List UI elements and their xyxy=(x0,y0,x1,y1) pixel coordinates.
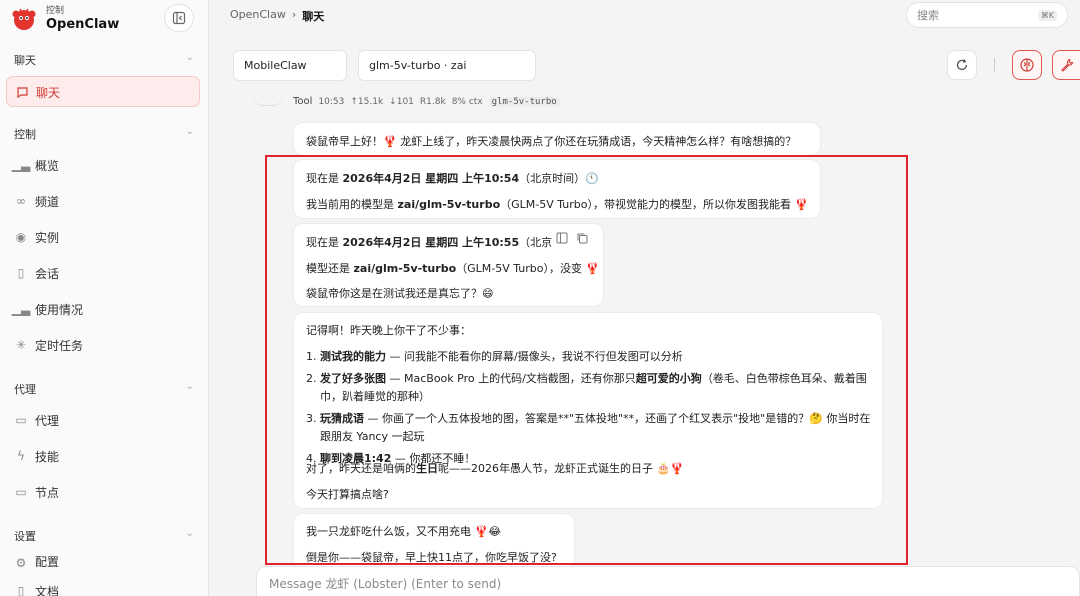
sidebar-item-config[interactable]: ⚙ 配置 xyxy=(14,556,59,570)
message-line: 对了，昨天还是咱俩的生日呢——2026年愚人节，龙虾正式诞生的日子 🎂🦞 xyxy=(306,462,684,475)
message-line: 袋鼠帝你这是在测试我还是真忘了？😄 xyxy=(306,287,494,300)
sidebar-item-agents[interactable]: ▭ 代理 xyxy=(14,409,59,431)
context-usage: 8% ctx xyxy=(451,96,483,107)
brain-icon xyxy=(1020,58,1034,72)
bar-chart-icon: ▁▃ xyxy=(11,302,31,316)
sidebar-item-channels[interactable]: ∞ 频道 xyxy=(14,190,59,212)
toolbar-divider xyxy=(994,58,995,72)
sender-name: Tool xyxy=(293,96,313,107)
sidebar-toggle-icon xyxy=(172,11,186,25)
model-selector[interactable]: glm-5v-turbo · zai xyxy=(358,50,536,81)
brand[interactable]: 控制 OpenClaw xyxy=(10,5,119,33)
book-icon: ▯ xyxy=(17,584,25,596)
radio-signal-icon: ◉ xyxy=(15,230,27,244)
assistant-message: 我一只龙虾吃什么饭，又不用充电 🦞😂 倒是你——袋鼠帝，早上快11点了，你吃早饭… xyxy=(293,513,575,569)
chat-bubble-icon xyxy=(15,85,29,99)
wrench-icon xyxy=(1060,58,1073,72)
chevron-down-icon: ⌄ xyxy=(185,52,194,63)
assistant-message: 现在是 2026年4月2日 星期四 上午10:54（北京时间）🕚 我当前用的模型… xyxy=(293,159,821,219)
message-line: 倒是你——袋鼠帝，早上快11点了，你吃早饭了没? xyxy=(306,551,557,564)
lightning-icon: ϟ xyxy=(17,449,25,463)
refresh-icon xyxy=(956,59,968,71)
search-input[interactable]: 搜索 ⌘K xyxy=(906,2,1068,28)
folder-icon: ▭ xyxy=(15,413,27,427)
sidebar-item-nodes[interactable]: ▭ 节点 xyxy=(14,481,59,503)
bar-chart-icon: ▁▃ xyxy=(11,158,31,172)
model-badge: glm-5v-turbo xyxy=(488,96,560,107)
list-item: 2. 发了好多张图 — MacBook Pro 上的代码/文档截图，还有你那只超可… xyxy=(306,372,867,403)
sidebar-item-sessions[interactable]: ▯ 会话 xyxy=(14,262,59,284)
chevron-down-icon: ⌄ xyxy=(185,381,194,392)
session-selector[interactable]: MobileClaw xyxy=(233,50,347,81)
tokens-up: ↑15.1k xyxy=(350,96,384,107)
sidebar-item-scheduled-tasks[interactable]: ✳ 定时任务 xyxy=(14,334,83,356)
message-line: 我当前用的模型是 zai/glm-5v-turbo（GLM-5V Turbo），… xyxy=(306,198,809,211)
monitor-icon: ▭ xyxy=(15,485,27,499)
assistant-message: 记得啊！昨天晚上你干了不少事： 1. 测试我的能力 — 问我能不能看你的屏幕/摄像… xyxy=(293,312,883,509)
section-control-header[interactable]: 控制 ⌄ xyxy=(14,126,194,142)
assistant-message: 袋鼠帝早上好！🦞 龙虾上线了，昨天凌晨快两点了你还在玩猜成语，今天精神怎么样？有… xyxy=(293,122,821,156)
message-line: 现在是 2026年4月2日 星期四 上午10:55（北京 xyxy=(306,236,552,249)
brand-subtitle: 控制 xyxy=(46,6,65,16)
message-line: 今天打算搞点啥? xyxy=(306,488,389,501)
document-icon: ▯ xyxy=(17,266,25,280)
thinking-toggle-button[interactable] xyxy=(1012,50,1042,80)
section-agent-header[interactable]: 代理 ⌄ xyxy=(14,381,194,397)
sidebar-item-docs[interactable]: ▯ 文档 xyxy=(14,580,59,596)
section-settings-header[interactable]: 设置 ⌄ xyxy=(14,528,194,544)
lobster-logo-icon xyxy=(10,5,38,33)
expand-icon[interactable] xyxy=(556,232,568,244)
sidebar-item-overview[interactable]: ▁▃ 概览 xyxy=(11,154,59,176)
settings-icon: ⚙ xyxy=(15,556,27,570)
assistant-message: 现在是 2026年4月2日 星期四 上午10:55（北京 模型还是 zai/gl… xyxy=(293,223,604,307)
message-text: 袋鼠帝早上好！🦞 龙虾上线了，昨天凌晨快两点了你还在玩猜成语，今天精神怎么样？有… xyxy=(306,135,797,148)
tokens-read: R1.8k xyxy=(419,96,446,107)
tools-button[interactable] xyxy=(1052,50,1080,80)
link-icon: ∞ xyxy=(16,194,26,208)
breadcrumb: OpenClaw › 聊天 xyxy=(230,8,324,24)
sidebar-item-usage[interactable]: ▁▃ 使用情况 xyxy=(11,298,83,320)
list-item: 3. 玩猜成语 — 你画了一个人五体投地的图，答案是**"五体投地"**，还画了个… xyxy=(306,412,871,443)
sidebar: 控制 OpenClaw 聊天 ⌄ 聊天 控制 ⌄ ▁▃ 概览 ∞ 频道 ◉ 实例 ▯ 会话 … xyxy=(0,0,209,596)
sidebar-item-label: 聊天 xyxy=(36,85,61,100)
message-list: 1. 测试我的能力 — 问我能不能看你的屏幕/摄像头，我说不行但发图可以分析 2.… xyxy=(306,348,872,468)
search-placeholder: 搜索 xyxy=(917,9,939,22)
copy-icon[interactable] xyxy=(576,232,588,244)
chevron-down-icon: ⌄ xyxy=(185,126,194,137)
message-input[interactable]: Message 龙虾 (Lobster) (Enter to send) xyxy=(256,566,1080,596)
breadcrumb-separator: › xyxy=(291,8,297,21)
refresh-button[interactable] xyxy=(947,50,977,80)
breadcrumb-root[interactable]: OpenClaw xyxy=(230,8,286,24)
sidebar-item-chat[interactable]: 聊天 xyxy=(6,76,200,107)
tokens-down: ↓101 xyxy=(389,96,414,107)
search-shortcut-badge: ⌘K xyxy=(1037,9,1057,21)
message-line: 模型还是 zai/glm-5v-turbo（GLM-5V Turbo），没变 🦞 xyxy=(306,262,600,275)
message-line: 我一只龙虾吃什么饭，又不用充电 🦞😂 xyxy=(306,525,502,538)
sidebar-item-instances[interactable]: ◉ 实例 xyxy=(14,226,59,248)
breadcrumb-current: 聊天 xyxy=(302,10,325,23)
list-item: 1. 测试我的能力 — 问我能不能看你的屏幕/摄像头，我说不行但发图可以分析 xyxy=(306,350,683,363)
loader-icon: ✳ xyxy=(15,338,27,352)
collapse-sidebar-button[interactable] xyxy=(164,4,194,32)
message-line: 记得啊！昨天晚上你干了不少事： xyxy=(306,324,471,337)
avatar xyxy=(253,92,283,106)
chevron-down-icon: ⌄ xyxy=(185,528,194,539)
message-meta: Tool 10:53 ↑15.1k ↓101 R1.8k 8% ctx glm-… xyxy=(293,96,560,107)
message-actions xyxy=(552,230,592,246)
message-time: 10:53 xyxy=(318,96,345,107)
brand-title: OpenClaw xyxy=(46,17,120,32)
section-chat-header[interactable]: 聊天 ⌄ xyxy=(14,52,194,68)
message-input-placeholder: Message 龙虾 (Lobster) (Enter to send) xyxy=(269,577,502,591)
message-line: 现在是 2026年4月2日 星期四 上午10:54（北京时间）🕚 xyxy=(306,172,599,185)
sidebar-item-skills[interactable]: ϟ 技能 xyxy=(14,445,59,467)
